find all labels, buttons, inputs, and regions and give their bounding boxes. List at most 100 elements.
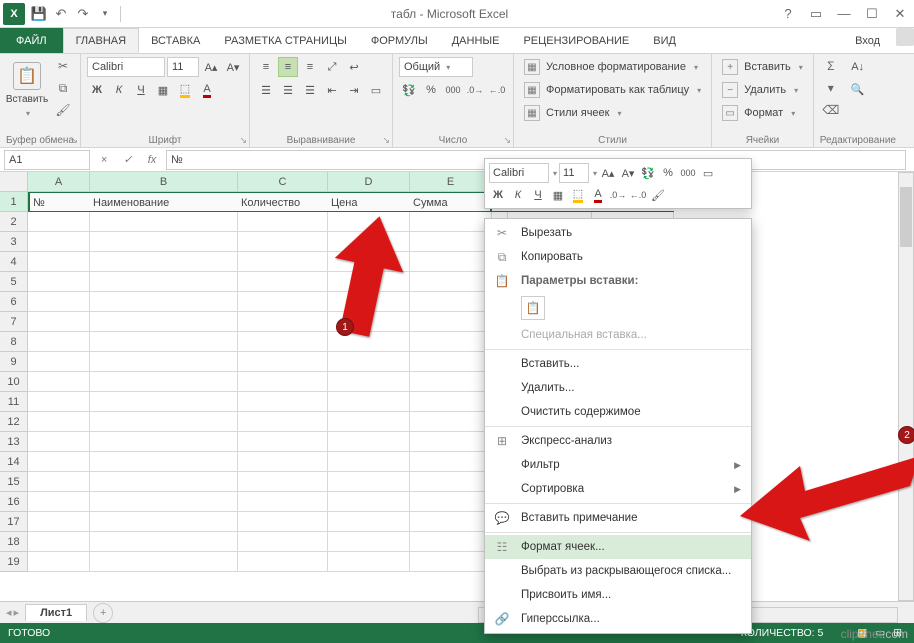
row-header[interactable]: 12 bbox=[0, 412, 28, 432]
close-icon[interactable]: ✕ bbox=[886, 0, 914, 28]
sheet-tab[interactable]: Лист1 bbox=[25, 604, 87, 621]
ctx-comment[interactable]: 💬Вставить примечание bbox=[485, 506, 751, 530]
cond-format-button[interactable]: ▦Условное форматирование▾ bbox=[520, 57, 705, 77]
ctx-quick-analysis[interactable]: ⊞Экспресс-анализ bbox=[485, 429, 751, 453]
cell[interactable] bbox=[238, 252, 328, 272]
cell[interactable] bbox=[410, 352, 492, 372]
cell[interactable] bbox=[328, 472, 410, 492]
cell[interactable] bbox=[90, 452, 238, 472]
number-launcher-icon[interactable]: ↘ bbox=[503, 135, 511, 146]
cell[interactable] bbox=[410, 272, 492, 292]
dec-decimal-icon[interactable]: ←.0 bbox=[487, 80, 507, 100]
fill-color-icon[interactable]: ⬚ bbox=[175, 80, 195, 100]
tab-insert[interactable]: ВСТАВКА bbox=[139, 28, 212, 53]
cell[interactable] bbox=[90, 372, 238, 392]
vscroll-thumb[interactable] bbox=[900, 187, 912, 247]
cell[interactable] bbox=[238, 212, 328, 232]
cell[interactable] bbox=[28, 432, 90, 452]
cell[interactable]: Сумма bbox=[410, 192, 492, 212]
row-header[interactable]: 9 bbox=[0, 352, 28, 372]
cut-icon[interactable]: ✂ bbox=[52, 57, 74, 75]
cell[interactable] bbox=[90, 312, 238, 332]
cell[interactable]: № bbox=[28, 192, 90, 212]
qat-undo-icon[interactable]: ↶ bbox=[50, 3, 72, 25]
cell[interactable] bbox=[90, 392, 238, 412]
cell[interactable] bbox=[90, 352, 238, 372]
ctx-filter[interactable]: Фильтр▶ bbox=[485, 453, 751, 477]
cell[interactable] bbox=[238, 352, 328, 372]
cell[interactable]: Наименование bbox=[90, 192, 238, 212]
col-header[interactable]: B bbox=[90, 172, 238, 192]
select-all-corner[interactable] bbox=[0, 172, 28, 192]
mini-thousands-icon[interactable]: 000 bbox=[679, 164, 697, 182]
indent-dec-icon[interactable]: ⇤ bbox=[322, 80, 342, 100]
align-middle-icon[interactable]: ≡ bbox=[278, 57, 298, 77]
copy-icon[interactable]: ⧉ bbox=[52, 79, 74, 97]
cell[interactable] bbox=[90, 492, 238, 512]
mini-italic-icon[interactable]: К bbox=[509, 186, 527, 204]
row-header[interactable]: 6 bbox=[0, 292, 28, 312]
find-icon[interactable]: 🔍 bbox=[846, 79, 870, 99]
percent-icon[interactable]: % bbox=[421, 80, 441, 100]
cell[interactable] bbox=[410, 312, 492, 332]
ctx-cut[interactable]: ✂Вырезать bbox=[485, 221, 751, 245]
thousands-icon[interactable]: 000 bbox=[443, 80, 463, 100]
row-header[interactable]: 15 bbox=[0, 472, 28, 492]
inc-decimal-icon[interactable]: .0→ bbox=[465, 80, 485, 100]
cell[interactable] bbox=[238, 472, 328, 492]
qat-redo-icon[interactable]: ↷ bbox=[72, 3, 94, 25]
cell[interactable] bbox=[328, 492, 410, 512]
mini-shrink-icon[interactable]: A▾ bbox=[619, 164, 637, 182]
cell[interactable] bbox=[328, 292, 410, 312]
fill-icon[interactable]: ▾ bbox=[820, 79, 842, 97]
alignment-launcher-icon[interactable]: ↘ bbox=[382, 135, 390, 146]
font-launcher-icon[interactable]: ↘ bbox=[239, 135, 247, 146]
autosum-icon[interactable]: Σ bbox=[820, 57, 842, 75]
row-header[interactable]: 11 bbox=[0, 392, 28, 412]
ctx-delete[interactable]: Удалить... bbox=[485, 376, 751, 400]
row-header[interactable]: 2 bbox=[0, 212, 28, 232]
row-header[interactable]: 5 bbox=[0, 272, 28, 292]
font-color-icon[interactable]: A bbox=[197, 80, 217, 100]
ctx-clear[interactable]: Очистить содержимое bbox=[485, 400, 751, 424]
cell[interactable] bbox=[28, 312, 90, 332]
cell[interactable]: Цена bbox=[328, 192, 410, 212]
mini-percent-icon[interactable]: % bbox=[659, 164, 677, 182]
cell[interactable] bbox=[90, 212, 238, 232]
cell[interactable] bbox=[410, 232, 492, 252]
indent-inc-icon[interactable]: ⇥ bbox=[344, 80, 364, 100]
cell[interactable] bbox=[238, 232, 328, 252]
cell[interactable] bbox=[328, 432, 410, 452]
cell[interactable] bbox=[238, 532, 328, 552]
paste-button[interactable]: 📋 Вставить ▾ bbox=[6, 57, 48, 123]
cell[interactable] bbox=[90, 252, 238, 272]
row-header[interactable]: 7 bbox=[0, 312, 28, 332]
minimize-icon[interactable]: — bbox=[830, 0, 858, 28]
cell[interactable] bbox=[410, 332, 492, 352]
cell[interactable] bbox=[28, 472, 90, 492]
cell[interactable] bbox=[410, 532, 492, 552]
wrap-text-icon[interactable]: ↩ bbox=[344, 57, 364, 77]
mini-grow-icon[interactable]: A▴ bbox=[599, 164, 617, 182]
align-left-icon[interactable]: ☰ bbox=[256, 80, 276, 100]
ctx-insert[interactable]: Вставить... bbox=[485, 352, 751, 376]
ctx-copy[interactable]: ⧉Копировать bbox=[485, 245, 751, 269]
cell[interactable] bbox=[328, 232, 410, 252]
cell[interactable] bbox=[90, 292, 238, 312]
tab-review[interactable]: РЕЦЕНЗИРОВАНИЕ bbox=[511, 28, 641, 53]
cell[interactable] bbox=[238, 492, 328, 512]
cell[interactable] bbox=[90, 512, 238, 532]
delete-cells-button[interactable]: −Удалить▾ bbox=[718, 80, 807, 100]
font-size-combo[interactable]: 11 bbox=[167, 57, 199, 77]
cell[interactable] bbox=[238, 292, 328, 312]
mini-underline-icon[interactable]: Ч bbox=[529, 186, 547, 204]
mini-decdec-icon[interactable]: ←.0 bbox=[629, 186, 647, 204]
cell[interactable] bbox=[90, 552, 238, 572]
cell[interactable] bbox=[90, 332, 238, 352]
cell[interactable] bbox=[28, 532, 90, 552]
row-header[interactable]: 16 bbox=[0, 492, 28, 512]
mini-currency-icon[interactable]: 💱 bbox=[639, 164, 657, 182]
name-box[interactable]: A1 bbox=[4, 150, 90, 170]
cell[interactable] bbox=[238, 312, 328, 332]
row-header[interactable]: 3 bbox=[0, 232, 28, 252]
